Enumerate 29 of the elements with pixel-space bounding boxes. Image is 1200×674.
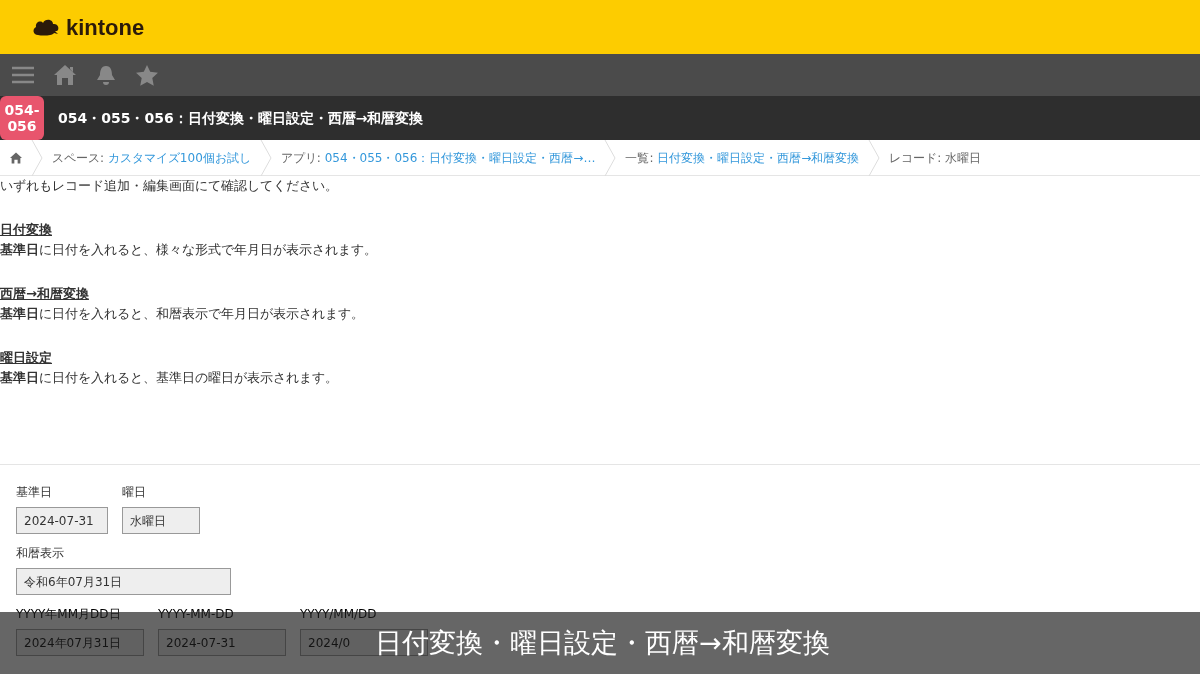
description-text: いずれもレコード追加・編集画面にて確認してください。 xyxy=(0,177,339,195)
app-title: 054・055・056：日付変換・曜日設定・西暦→和暦変換 xyxy=(58,108,424,128)
field-label: 曜日 xyxy=(122,484,147,501)
field-label: 基準日 xyxy=(16,484,53,501)
field-label: 和暦表示 xyxy=(16,545,65,562)
logo-text: kintone xyxy=(66,13,145,42)
value-field: 水曜日 xyxy=(122,507,200,534)
value-field: 2024-07-31 xyxy=(158,629,286,656)
star-icon[interactable] xyxy=(136,64,158,86)
cloud-logo-icon xyxy=(32,17,60,37)
app-badge: 054- 056 xyxy=(0,96,44,140)
section-heading: 日付変換 xyxy=(0,221,53,239)
menu-icon[interactable] xyxy=(12,66,34,84)
value-field: 2024年07月31日 xyxy=(16,629,144,656)
breadcrumb-item[interactable]: 一覧: 日付変換・曜日設定・西暦→和暦変換 xyxy=(617,148,868,167)
section-heading: 西暦→和暦変換 xyxy=(0,285,90,303)
breadcrumb-item[interactable]: レコード: 水曜日 xyxy=(881,148,990,167)
breadcrumb-item[interactable]: スペース: カスタマイズ100個お試し xyxy=(44,148,259,167)
description-text: 基準日に日付を入れると、基準日の曜日が表示されます。 xyxy=(0,369,339,387)
value-field: 2024-07-31 xyxy=(16,507,108,534)
breadcrumb-item[interactable]: アプリ: 054・055・056：日付変換・曜日設定・西暦→… xyxy=(272,148,604,167)
section-heading: 曜日設定 xyxy=(0,349,53,367)
description-text: 基準日に日付を入れると、和暦表示で年月日が表示されます。 xyxy=(0,305,365,323)
caption-text: 日付変換・曜日設定・西暦→和暦変換 xyxy=(375,625,830,660)
home-icon[interactable] xyxy=(54,65,76,85)
home-icon[interactable] xyxy=(10,151,22,164)
bell-icon[interactable] xyxy=(96,65,116,85)
value-field: 令和6年07月31日 xyxy=(16,568,231,595)
description-text: 基準日に日付を入れると、様々な形式で年月日が表示されます。 xyxy=(0,241,378,259)
